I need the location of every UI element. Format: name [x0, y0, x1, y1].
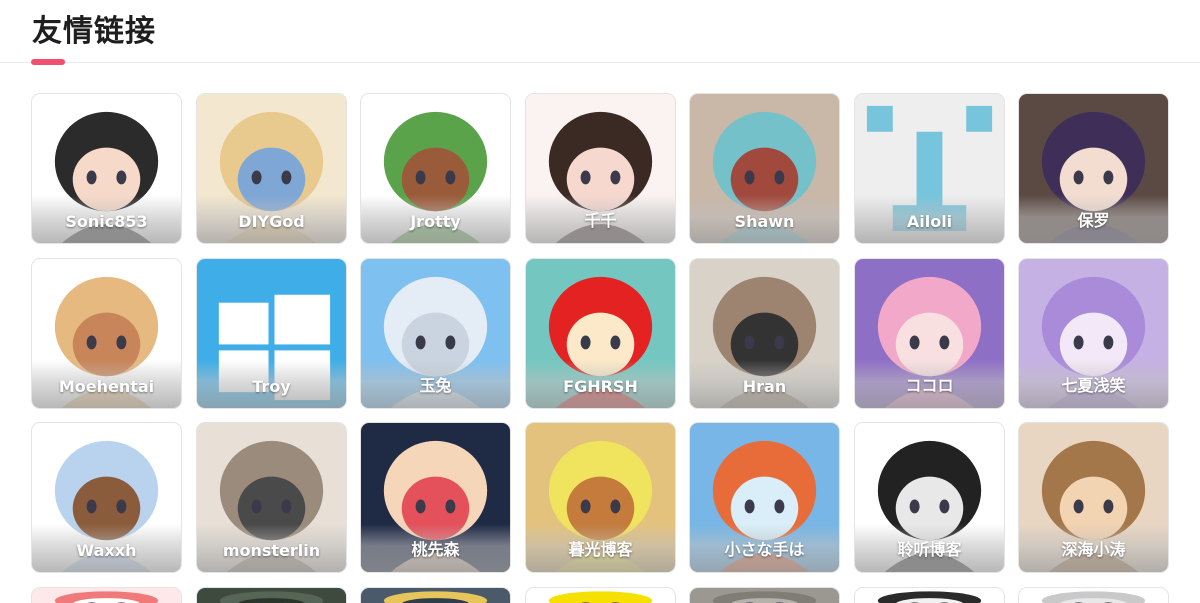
friend-name: 小さな手は — [724, 540, 805, 559]
friend-link-card[interactable]: Waxxh — [31, 422, 182, 573]
avatar-partial-1-icon — [32, 588, 181, 603]
friend-link-card[interactable]: 保罗 — [1018, 93, 1169, 244]
page-title: 友情链接 — [32, 14, 156, 49]
friend-link-card[interactable]: FGHRSH — [525, 258, 676, 409]
friend-name: Ailoli — [906, 212, 953, 231]
friend-link-card[interactable]: 暮光博客 — [525, 422, 676, 573]
friend-link-card[interactable] — [196, 587, 347, 603]
avatar-partial-2-icon — [197, 588, 346, 603]
friend-link-card[interactable]: 玉兔 — [360, 258, 511, 409]
friend-name: ココロ — [905, 376, 954, 395]
friend-name: DIYGod — [238, 212, 305, 231]
friend-name: monsterlin — [222, 541, 321, 560]
friend-link-card[interactable]: 桃先森 — [360, 422, 511, 573]
friend-link-card[interactable]: 聆听博客 — [854, 422, 1005, 573]
friend-link-card[interactable]: Hran — [689, 258, 840, 409]
friend-name: 千千 — [584, 211, 617, 230]
avatar-partial-7-icon — [1019, 588, 1168, 603]
friend-link-card[interactable]: Moehentai — [31, 258, 182, 409]
friend-link-card[interactable]: monsterlin — [196, 422, 347, 573]
friend-link-card[interactable]: Troy — [196, 258, 347, 409]
friend-link-card[interactable]: Ailoli — [854, 93, 1005, 244]
friend-name: Waxxh — [76, 541, 137, 560]
avatar-partial-6-icon — [855, 588, 1004, 603]
friend-link-card[interactable]: Sonic853 — [31, 93, 182, 244]
friend-link-card[interactable] — [689, 587, 840, 603]
friend-name: Jrotty — [410, 212, 461, 231]
friend-link-card[interactable]: DIYGod — [196, 93, 347, 244]
friend-name: FGHRSH — [563, 377, 638, 396]
friend-name: 保罗 — [1077, 211, 1110, 230]
friend-name: Shawn — [734, 212, 795, 231]
avatar-partial-4-icon — [526, 588, 675, 603]
friend-name: 聆听博客 — [897, 540, 962, 559]
page-header: 友情链接 — [0, 0, 1200, 65]
friend-link-card[interactable]: 深海小涛 — [1018, 422, 1169, 573]
friend-link-card[interactable]: 千千 — [525, 93, 676, 244]
avatar-partial-5-icon — [690, 588, 839, 603]
friend-name: 桃先森 — [411, 540, 460, 559]
friend-link-card[interactable] — [854, 587, 1005, 603]
friend-name: 暮光博客 — [568, 540, 633, 559]
friend-name: Hran — [742, 377, 787, 396]
friend-link-card[interactable] — [525, 587, 676, 603]
friend-link-card[interactable]: ココロ — [854, 258, 1005, 409]
friend-link-card[interactable]: 小さな手は — [689, 422, 840, 573]
friend-name: Troy — [252, 377, 291, 396]
friend-name: Moehentai — [58, 377, 155, 396]
friend-name: 玉兔 — [419, 376, 452, 395]
friend-link-card[interactable]: 七夏浅笑 — [1018, 258, 1169, 409]
friend-name: Sonic853 — [65, 212, 148, 231]
friend-link-card[interactable]: Shawn — [689, 93, 840, 244]
friend-link-card[interactable] — [360, 587, 511, 603]
friend-link-card[interactable] — [1018, 587, 1169, 603]
title-accent-bar — [31, 59, 65, 65]
friend-name: 深海小涛 — [1061, 540, 1126, 559]
friend-link-card[interactable] — [31, 587, 182, 603]
avatar-partial-3-icon — [361, 588, 510, 603]
friend-link-card[interactable]: Jrotty — [360, 93, 511, 244]
friend-name: 七夏浅笑 — [1061, 376, 1126, 395]
